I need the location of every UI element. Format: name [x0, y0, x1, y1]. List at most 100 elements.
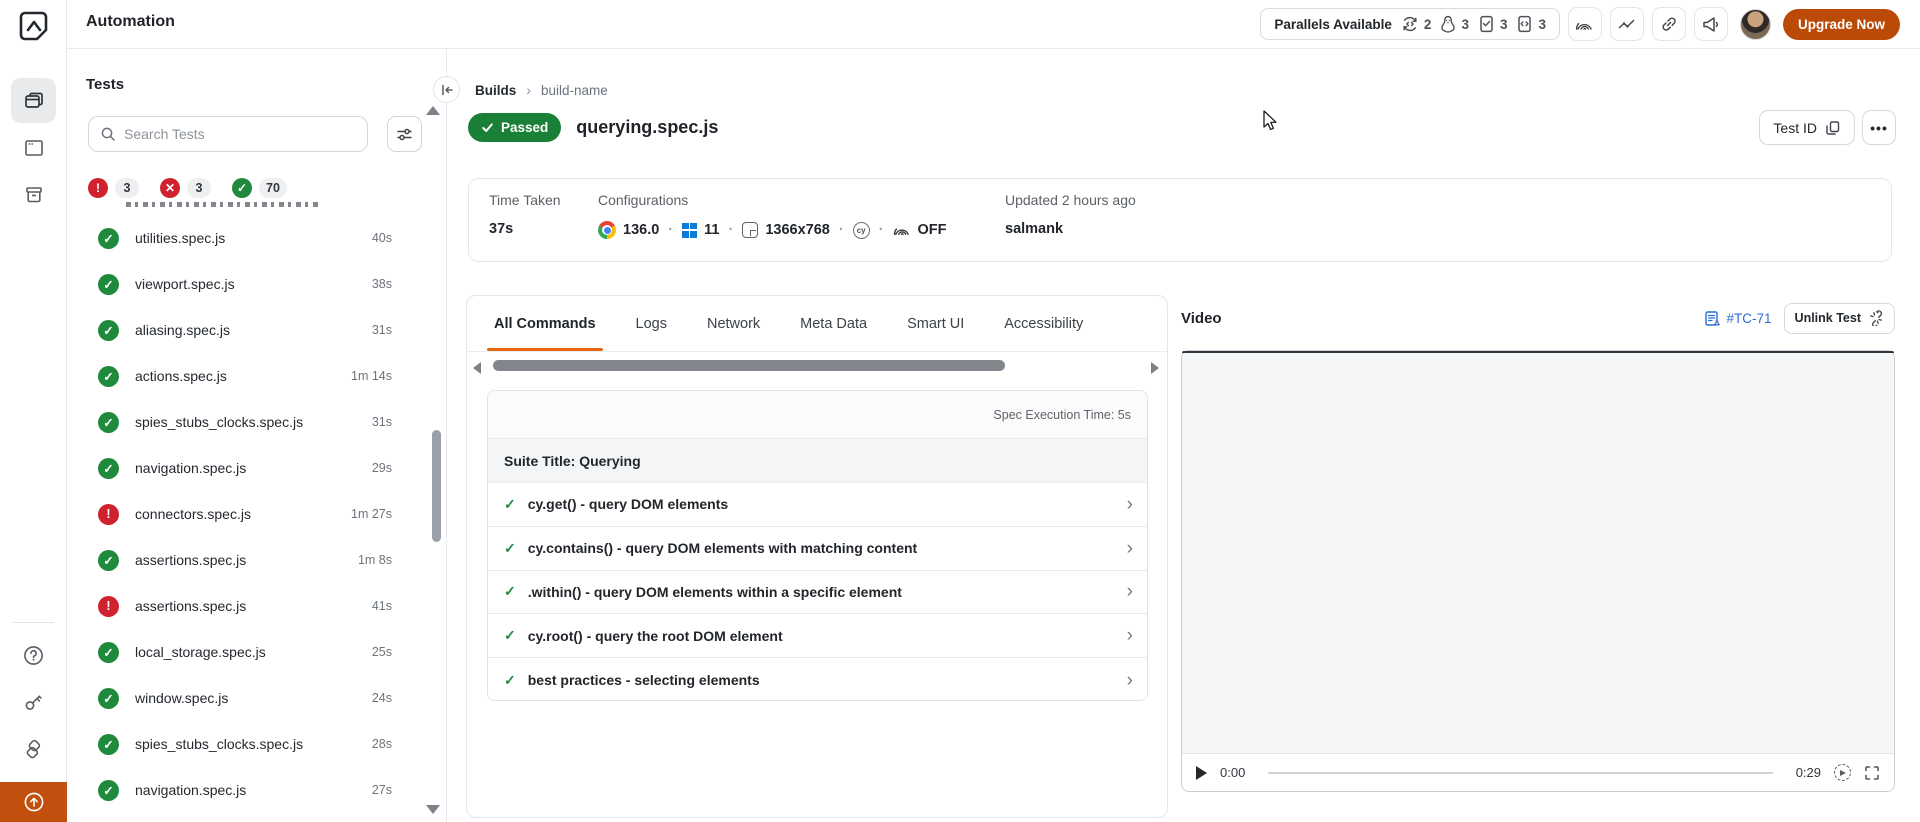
- tab-network[interactable]: Network: [707, 296, 760, 351]
- filter-chip-error[interactable]: ! 3: [88, 178, 139, 198]
- announcements-button[interactable]: [1694, 7, 1728, 41]
- play-button[interactable]: [1196, 766, 1207, 780]
- chrome-icon: [598, 221, 616, 239]
- test-case-link[interactable]: #TC-71: [1704, 310, 1772, 327]
- command-row[interactable]: ✓cy.contains() - query DOM elements with…: [488, 527, 1147, 571]
- main-content: Builds › build-name Passed querying.spec…: [447, 49, 1920, 822]
- tab-smart-ui[interactable]: Smart UI: [907, 296, 964, 351]
- check-icon: [481, 121, 494, 134]
- filter-chip-failed[interactable]: ✕ 3: [160, 178, 211, 198]
- fullscreen-button[interactable]: [1864, 765, 1880, 781]
- unlink-test-button[interactable]: Unlink Test: [1784, 303, 1895, 334]
- test-list-item[interactable]: navigation.spec.js29s: [67, 445, 446, 491]
- more-actions-button[interactable]: •••: [1862, 110, 1896, 145]
- list-scroll-down-arrow[interactable]: [426, 805, 440, 814]
- chevron-right-icon: ›: [1127, 582, 1133, 601]
- rail-archive-icon[interactable]: [11, 172, 56, 217]
- link-button[interactable]: [1652, 7, 1686, 41]
- command-row[interactable]: ✓cy.root() - query the root DOM element›: [488, 614, 1147, 658]
- parallels-available-badge: Parallels Available 2 3 3 3: [1260, 8, 1560, 40]
- seek-bar[interactable]: [1268, 772, 1772, 774]
- app-automation-icon: [1516, 15, 1533, 33]
- analytics-button[interactable]: [1610, 7, 1644, 41]
- status-icon: [98, 320, 119, 341]
- status-icon: [98, 458, 119, 479]
- test-list-item[interactable]: window.spec.js24s: [67, 675, 446, 721]
- app-screen: Automation Parallels Available 2 3 3: [0, 0, 1920, 822]
- commands-card: All Commands Logs Network Meta Data Smar…: [466, 295, 1168, 818]
- test-list-item[interactable]: spies_stubs_clocks.spec.js31s: [67, 399, 446, 445]
- copy-icon: [1825, 120, 1841, 136]
- tab-meta-data[interactable]: Meta Data: [800, 296, 867, 351]
- configurations-value: 136.0 11 1366x768 cy OFF: [598, 221, 947, 239]
- megaphone-icon: [1701, 15, 1720, 34]
- test-id-button[interactable]: Test ID: [1759, 110, 1855, 145]
- parallels-linux: 3: [1440, 15, 1469, 33]
- test-list-item[interactable]: actions.spec.js1m 14s: [67, 353, 446, 399]
- command-row[interactable]: ✓best practices - selecting elements›: [488, 658, 1147, 701]
- tests-list: utilities.spec.js40s viewport.spec.js38s…: [67, 215, 446, 822]
- chevron-right-icon: ›: [1127, 626, 1133, 645]
- status-icon: [98, 734, 119, 755]
- test-list-item[interactable]: assertions.spec.js41s: [67, 583, 446, 629]
- app-logo-icon[interactable]: [15, 8, 51, 44]
- test-list-item[interactable]: local_storage.spec.js25s: [67, 629, 446, 675]
- list-scrollbar-thumb[interactable]: [432, 430, 441, 542]
- detail-tabs: All Commands Logs Network Meta Data Smar…: [467, 296, 1167, 352]
- tests-panel-title: Tests: [86, 76, 124, 93]
- passed-icon: ✓: [232, 178, 252, 198]
- check-icon: ✓: [504, 627, 516, 644]
- dot-separator: [837, 222, 846, 238]
- integrations-icon[interactable]: [11, 727, 56, 772]
- dot-separator: [877, 222, 886, 238]
- test-list-item[interactable]: connectors.spec.js1m 27s: [67, 491, 446, 537]
- rail-sessions-icon[interactable]: [11, 125, 56, 170]
- test-case-icon: [1704, 310, 1721, 327]
- filter-chip-passed[interactable]: ✓ 70: [232, 178, 287, 198]
- status-icon: [98, 642, 119, 663]
- tab-accessibility[interactable]: Accessibility: [1004, 296, 1083, 351]
- status-icon: [98, 550, 119, 571]
- left-rail: [0, 0, 67, 822]
- tab-logs[interactable]: Logs: [636, 296, 667, 351]
- help-icon[interactable]: [11, 633, 56, 678]
- breadcrumb-builds-link[interactable]: Builds: [475, 83, 516, 98]
- key-icon[interactable]: [11, 680, 56, 725]
- configurations-label: Configurations: [598, 192, 688, 208]
- playback-speed-button[interactable]: [1834, 764, 1851, 781]
- os-version: 11: [704, 222, 719, 238]
- tab-all-commands[interactable]: All Commands: [494, 296, 596, 351]
- rail-builds-icon[interactable]: [11, 78, 56, 123]
- search-icon: [100, 126, 116, 142]
- collapse-panel-button[interactable]: [433, 76, 460, 103]
- user-avatar[interactable]: [1740, 9, 1771, 40]
- insights-button[interactable]: [1568, 7, 1602, 41]
- filter-button[interactable]: [387, 116, 422, 152]
- horizontal-scrollbar: [467, 355, 1167, 379]
- upgrade-now-button[interactable]: Upgrade Now: [1783, 9, 1900, 40]
- rail-upgrade-footer[interactable]: [0, 782, 67, 822]
- waves-icon: [1575, 15, 1594, 34]
- test-list-item[interactable]: viewport.spec.js38s: [67, 261, 446, 307]
- list-scroll-up-arrow[interactable]: [426, 106, 440, 115]
- test-list-item[interactable]: utilities.spec.js40s: [67, 215, 446, 261]
- test-list-item[interactable]: assertions.spec.js1m 8s: [67, 537, 446, 583]
- error-icon: !: [88, 178, 108, 198]
- parallels-web: 2: [1401, 15, 1432, 33]
- cypress-icon: cy: [853, 222, 870, 239]
- test-list-item[interactable]: aliasing.spec.js31s: [67, 307, 446, 353]
- scroll-right-arrow[interactable]: [1151, 362, 1159, 374]
- rail-divider: [12, 622, 54, 623]
- scroll-left-arrow[interactable]: [473, 362, 481, 374]
- test-list-item[interactable]: navigation.spec.js27s: [67, 767, 446, 813]
- command-row[interactable]: ✓.within() - query DOM elements within a…: [488, 571, 1147, 615]
- linux-icon: [1440, 15, 1456, 33]
- scrollbar-thumb[interactable]: [493, 360, 1005, 371]
- command-row[interactable]: ✓cy.get() - query DOM elements›: [488, 483, 1147, 527]
- commands-list-card: Spec Execution Time: 5s Suite Title: Que…: [487, 390, 1148, 701]
- spec-execution-time: Spec Execution Time: 5s: [488, 391, 1147, 439]
- video-player[interactable]: 0:00 0:29: [1181, 350, 1895, 792]
- search-input[interactable]: [124, 126, 356, 142]
- status-icon: [98, 504, 119, 525]
- test-list-item[interactable]: spies_stubs_clocks.spec.js28s: [67, 721, 446, 767]
